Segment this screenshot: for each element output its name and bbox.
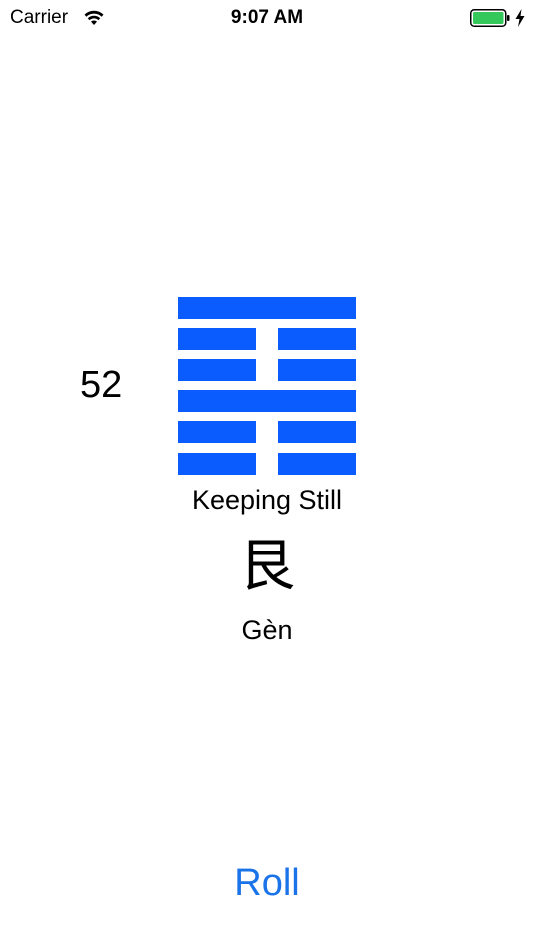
status-time: 9:07 AM bbox=[230, 7, 304, 28]
charging-icon bbox=[514, 8, 526, 28]
hexagram-chinese-character: 艮 bbox=[239, 534, 295, 597]
hexagram-line-6 bbox=[178, 297, 356, 319]
hexagram-line-4 bbox=[178, 359, 356, 381]
hexagram-english-name: Keeping Still bbox=[191, 485, 343, 515]
hexagram-line-1 bbox=[178, 453, 356, 475]
hexagram-pinyin: Gèn bbox=[241, 615, 293, 645]
battery-icon bbox=[470, 9, 510, 27]
hexagram-figure bbox=[178, 297, 356, 475]
hexagram-number: 52 bbox=[80, 364, 123, 406]
status-bar: Carrier 9:07 AM bbox=[0, 0, 534, 40]
hexagram-line-3 bbox=[178, 390, 356, 412]
hexagram-line-5 bbox=[178, 328, 356, 350]
hexagram-line-2 bbox=[178, 421, 356, 443]
roll-button[interactable]: Roll bbox=[217, 858, 317, 908]
